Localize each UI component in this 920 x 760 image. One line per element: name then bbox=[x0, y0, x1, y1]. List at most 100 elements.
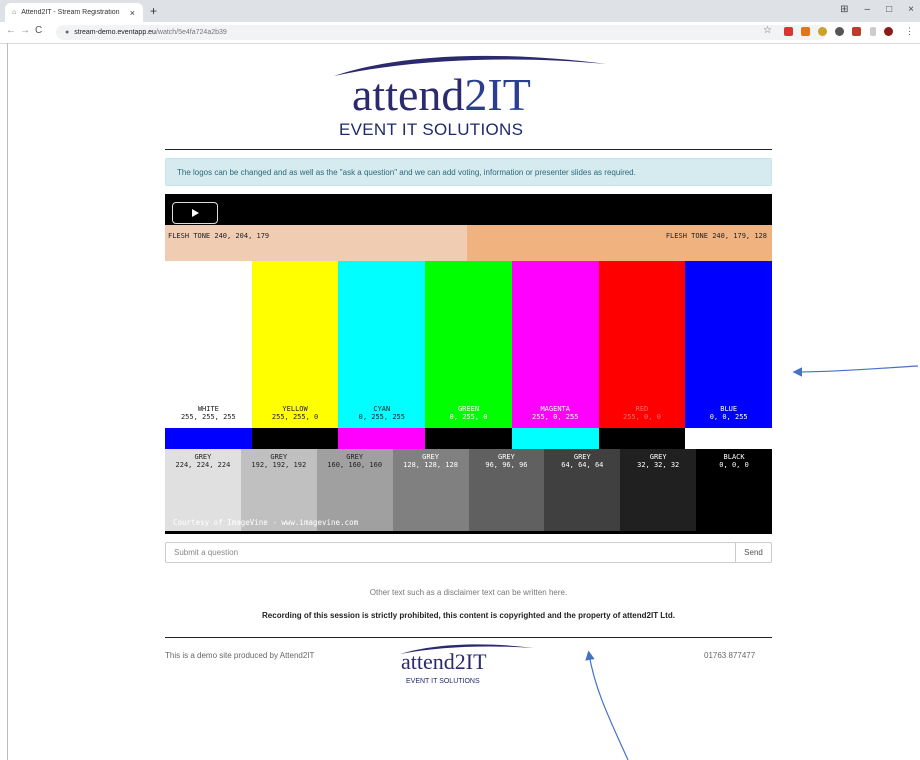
arrow-to-video-icon bbox=[792, 365, 919, 377]
footer-phone: 01763 877477 bbox=[704, 651, 756, 660]
disclaimer-text: Other text such as a disclaimer text can… bbox=[369, 588, 568, 597]
logo-word-accent: 2IT bbox=[464, 69, 531, 120]
grey-bar-value: 32, 32, 32 bbox=[637, 461, 680, 469]
color-bar-label: CYAN 0, 255, 255 bbox=[338, 405, 425, 421]
color-bar-name: MAGENTA bbox=[540, 405, 570, 413]
tab-search-icon[interactable]: ⊞ bbox=[840, 4, 848, 15]
play-button[interactable] bbox=[172, 202, 218, 224]
window-controls: ⊞ – □ × bbox=[840, 4, 914, 15]
grey-bar-name: GREY bbox=[422, 453, 439, 461]
grey-bar-value: 128, 128, 128 bbox=[403, 461, 458, 469]
url-path: /watch/5e4fa724a2b39 bbox=[155, 29, 227, 36]
color-bar-value: 0, 255, 255 bbox=[358, 413, 405, 421]
recording-notice: Recording of this session is strictly pr… bbox=[262, 611, 675, 620]
lock-icon: ● bbox=[65, 29, 70, 36]
bookmark-star-icon[interactable]: ☆ bbox=[763, 25, 772, 36]
reload-icon[interactable]: C bbox=[35, 25, 42, 36]
extension-icon[interactable] bbox=[784, 27, 793, 36]
footer-logo-word-accent: 2IT bbox=[454, 649, 487, 674]
extension-icon[interactable] bbox=[835, 27, 844, 36]
reverse-bar bbox=[425, 428, 512, 449]
browser-tab-bar: ⌂ Attend2IT - Stream Registration × + ⊞ … bbox=[0, 0, 920, 22]
reverse-bar bbox=[165, 428, 252, 449]
logo-wordmark: attend2IT bbox=[352, 68, 531, 121]
color-bar-label: WHITE 255, 255, 255 bbox=[165, 405, 252, 421]
grey-bar: GREY 32, 32, 32 bbox=[620, 449, 697, 531]
reverse-bar bbox=[511, 428, 599, 449]
extension-icon[interactable] bbox=[852, 27, 861, 36]
grey-bar-value: 160, 160, 160 bbox=[327, 461, 383, 469]
menu-icon[interactable]: ⋮ bbox=[905, 26, 914, 37]
extension-icon[interactable] bbox=[801, 27, 810, 36]
question-input[interactable]: Submit a question bbox=[165, 542, 736, 563]
header-logo[interactable]: attend2IT EVENT IT SOLUTIONS bbox=[328, 52, 608, 144]
flesh-tone-right: FLESH TONE 240, 179, 128 bbox=[467, 225, 772, 261]
color-bar-magenta: MAGENTA 255, 0, 255 bbox=[511, 261, 599, 428]
color-bar-white: WHITE 255, 255, 255 bbox=[165, 261, 252, 428]
grey-bar-value: 96, 96, 96 bbox=[485, 461, 528, 469]
grey-bar-value: 192, 192, 192 bbox=[251, 461, 307, 469]
reverse-bar bbox=[598, 428, 686, 449]
grey-bar-name: GREY bbox=[573, 453, 591, 461]
logo-tagline: EVENT IT SOLUTIONS bbox=[339, 120, 524, 139]
grey-bar-value: 64, 64, 64 bbox=[561, 461, 604, 469]
forward-icon[interactable]: → bbox=[20, 25, 30, 36]
close-window-button[interactable]: × bbox=[908, 4, 914, 15]
reverse-bar bbox=[338, 428, 426, 449]
reverse-color-bars bbox=[165, 428, 772, 449]
new-tab-button[interactable]: + bbox=[150, 4, 157, 18]
color-bar-value: 255, 255, 0 bbox=[271, 413, 319, 421]
flesh-tone-left: FLESH TONE 240, 204, 179 bbox=[165, 225, 467, 261]
grey-bar: GREY 64, 64, 64 bbox=[544, 449, 621, 531]
color-bar-label: BLUE 0, 0, 255 bbox=[685, 405, 772, 421]
color-bar-name: RED bbox=[635, 405, 649, 413]
send-button[interactable]: Send bbox=[735, 542, 772, 563]
grey-bar: BLACK 0, 0, 0 bbox=[696, 449, 772, 531]
reverse-bar bbox=[251, 428, 339, 449]
footer-divider bbox=[165, 637, 772, 638]
color-bar-green: GREEN 0, 255, 0 bbox=[425, 261, 512, 428]
close-tab-icon[interactable]: × bbox=[130, 8, 135, 18]
extension-icon[interactable] bbox=[818, 27, 827, 36]
footer-logo[interactable]: attend2IT EVENT IT SOLUTIONS bbox=[396, 642, 536, 690]
grey-bar-name: GREY bbox=[649, 453, 667, 461]
minimize-button[interactable]: – bbox=[865, 4, 871, 15]
grey-bar: GREY 96, 96, 96 bbox=[468, 449, 545, 531]
extension-icon[interactable] bbox=[870, 27, 876, 36]
info-alert: The logos can be changed and as well as … bbox=[165, 158, 772, 186]
grey-bar-name: GREY bbox=[346, 453, 364, 461]
color-bar-name: BLUE bbox=[720, 405, 738, 413]
footer-logo-wordmark: attend2IT bbox=[401, 649, 487, 675]
flesh-tone-right-label: FLESH TONE 240, 179, 128 bbox=[665, 232, 767, 240]
footer-logo-tagline: EVENT IT SOLUTIONS bbox=[406, 678, 480, 685]
favicon-icon: ⌂ bbox=[12, 9, 17, 16]
grey-bar-name: BLACK bbox=[723, 453, 745, 461]
color-bar-cyan: CYAN 0, 255, 255 bbox=[338, 261, 426, 428]
video-player[interactable]: FLESH TONE 240, 204, 179 FLESH TONE 240,… bbox=[165, 194, 772, 534]
grey-bar-name: GREY bbox=[498, 453, 515, 461]
address-bar[interactable]: ● stream-demo.eventapp.eu/watch/5e4fa724… bbox=[56, 25, 826, 40]
color-bar-blue: BLUE 0, 0, 255 bbox=[685, 261, 772, 428]
color-bar-yellow: YELLOW 255, 255, 0 bbox=[251, 261, 339, 428]
url-host: stream-demo.eventapp.eu bbox=[74, 29, 156, 36]
footer-left-text: This is a demo site produced by Attend2I… bbox=[165, 651, 315, 660]
browser-tab[interactable]: ⌂ Attend2IT - Stream Registration × bbox=[5, 3, 143, 22]
color-bar-label: YELLOW 255, 255, 0 bbox=[252, 405, 339, 421]
back-icon[interactable]: ← bbox=[6, 25, 16, 36]
logo-word-main: attend bbox=[352, 69, 465, 120]
color-bar-red: RED 255, 0, 0 bbox=[598, 261, 686, 428]
info-alert-text: The logos can be changed and as well as … bbox=[177, 167, 636, 177]
courtesy-credit: Courtesy of ImageVine - www.imagevine.co… bbox=[173, 518, 359, 527]
question-placeholder: Submit a question bbox=[174, 548, 239, 557]
color-bars: WHITE 255, 255, 255 YELLOW 255, 255, 0 CYAN 0… bbox=[165, 261, 772, 428]
color-bar-name: CYAN bbox=[373, 405, 391, 413]
profile-avatar[interactable] bbox=[884, 27, 893, 36]
color-bar-label: RED 255, 0, 0 bbox=[599, 405, 686, 421]
question-form: Submit a question Send bbox=[165, 542, 772, 563]
color-bar-value: 255, 0, 255 bbox=[532, 413, 579, 421]
maximize-button[interactable]: □ bbox=[886, 4, 892, 15]
color-bar-name: GREEN bbox=[457, 405, 480, 413]
grey-bar-name: GREY bbox=[194, 453, 212, 461]
footer-logo-word-main: attend bbox=[401, 649, 455, 674]
page-edge-line bbox=[7, 43, 8, 760]
